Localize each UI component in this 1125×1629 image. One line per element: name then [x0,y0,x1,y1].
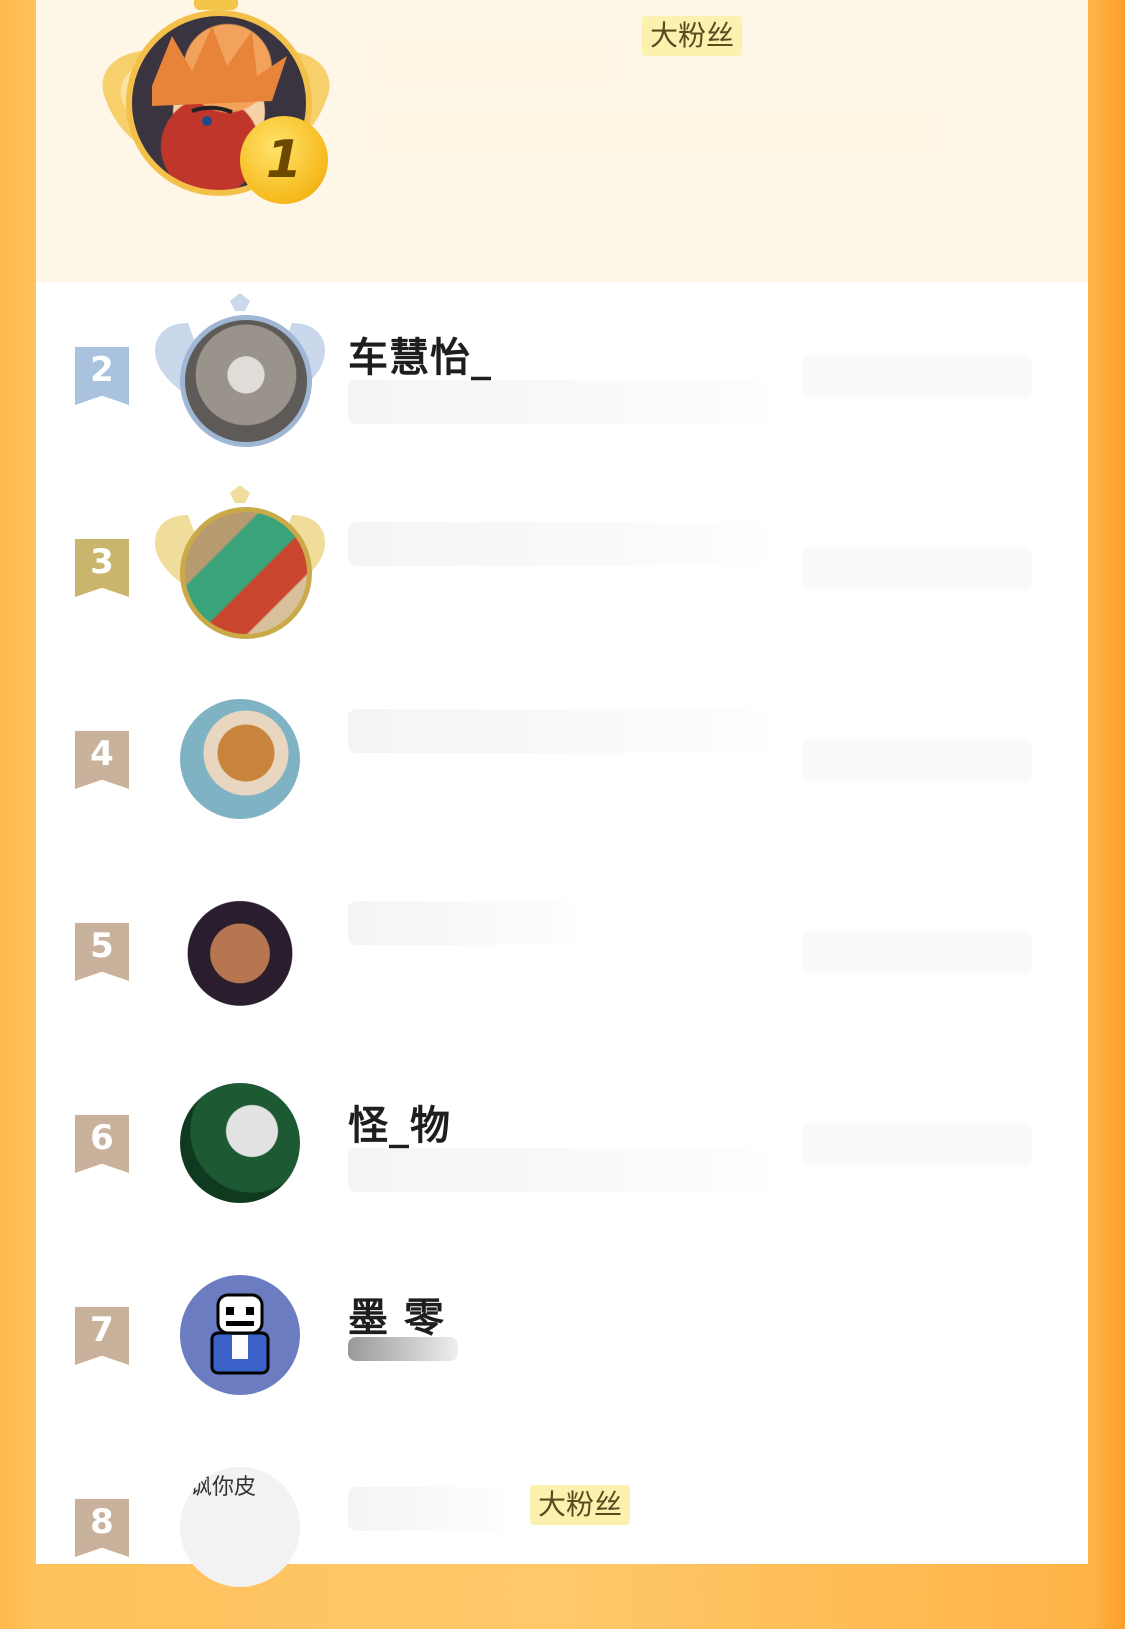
rank-number-badge-icon: 1 [240,116,328,204]
list-item[interactable]: 2 车慧怡_ [36,285,1088,477]
big-fan-badge: 大粉丝 [642,16,743,56]
big-fan-badge: 大粉丝 [530,1485,631,1525]
rank-flag-icon: 7 [75,1307,129,1365]
rank-flag-icon: 3 [75,539,129,597]
blurred-name [348,901,578,945]
avatar-rank-7[interactable] [180,1275,300,1395]
rank-flag-icon: 8 [75,1499,129,1557]
avatar-rank-6[interactable] [180,1083,300,1203]
avatar-rank-3[interactable] [180,507,312,639]
blurred-score [802,1123,1032,1167]
rank-flag-icon: 5 [75,923,129,981]
username: 车慧怡_ [348,335,492,381]
avatar-caption: 讽你皮 [190,1475,257,1500]
blurred-name [376,40,616,84]
rank-flag-icon: 2 [75,347,129,405]
avatar-rank-5[interactable] [180,891,300,1011]
rank-flag-icon: 4 [75,731,129,789]
blurred-score [802,547,1032,591]
blurred-subtitle [348,1337,458,1361]
username: 怪_物 [348,1103,451,1149]
fan-leaderboard-panel: 1 大粉丝 2 车慧怡_ 3 4 5 6 怪_物 7 墨 零 8 讽你皮 大粉丝 [36,0,1088,1587]
blurred-name [348,709,768,753]
blurred-score [802,355,1032,399]
list-item[interactable]: 6 怪_物 [36,1053,1088,1245]
avatar-rank-2[interactable] [180,315,312,447]
list-item[interactable]: 5 [36,861,1088,1053]
list-item[interactable]: 4 [36,669,1088,861]
skeleton-character-icon [210,1293,270,1375]
username: 墨 零 [348,1295,445,1341]
avatar-rank-8[interactable]: 讽你皮 [180,1467,300,1587]
top-fan-card[interactable]: 1 大粉丝 [36,0,1088,282]
blurred-subtitle [376,110,936,154]
blurred-subtitle [348,1148,768,1192]
list-item[interactable]: 7 墨 零 [36,1245,1088,1437]
avatar-rank-4[interactable] [180,699,300,819]
blurred-score [802,931,1032,975]
crown-tip [194,0,238,10]
blurred-name [348,1487,508,1531]
blurred-score [802,739,1032,783]
blurred-subtitle [348,380,772,424]
list-item[interactable]: 8 讽你皮 大粉丝 [36,1437,1088,1629]
rank-flag-icon: 6 [75,1115,129,1173]
blurred-name [348,522,768,566]
list-item[interactable]: 3 [36,477,1088,669]
